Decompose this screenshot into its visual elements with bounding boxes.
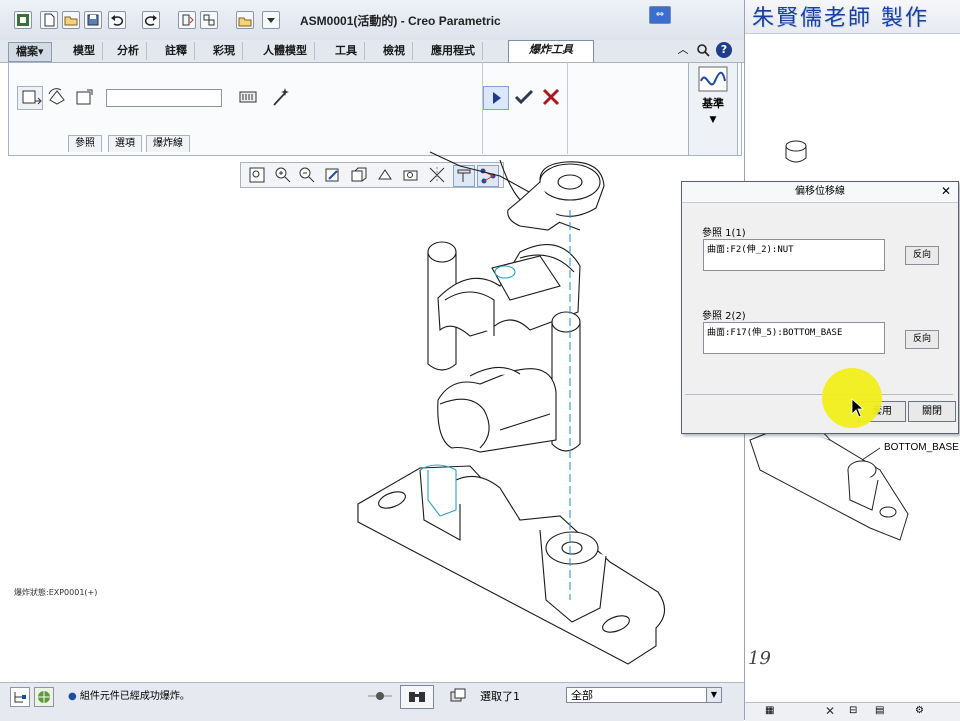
- status-message: ● 組件元件已經成功爆炸。: [68, 687, 368, 703]
- open-folder-icon[interactable]: [62, 11, 80, 29]
- info-bullet-icon: ●: [68, 691, 77, 702]
- windows-icon[interactable]: [200, 11, 218, 29]
- regenerate-icon[interactable]: [178, 11, 196, 29]
- help-icon[interactable]: ?: [716, 42, 732, 58]
- tab-render[interactable]: 彩現: [206, 42, 243, 60]
- page-number: 19: [748, 648, 771, 669]
- selection-filter-value: 全部: [571, 689, 593, 702]
- explode-line-wand-icon[interactable]: [270, 86, 292, 108]
- model-viewport[interactable]: [0, 150, 744, 682]
- tab-explode-tool[interactable]: 爆炸工具: [508, 40, 594, 62]
- ribbon-separator: [482, 62, 483, 154]
- reference-2-label: 參照 2(2): [702, 311, 746, 322]
- settings-icon[interactable]: ⚙: [915, 705, 924, 716]
- dialog-title: 偏移位移線: [682, 182, 958, 203]
- selection-buffer-icon[interactable]: [448, 687, 468, 705]
- dimension-icon[interactable]: ⊟: [849, 705, 857, 716]
- close-icon[interactable]: ✕: [825, 704, 835, 718]
- flip-reference-2-button[interactable]: 反向: [905, 330, 939, 349]
- reference-1-field[interactable]: 曲面:F2(伸_2):NUT: [703, 239, 885, 271]
- background-toolbar: ▦ ✕ ⊟ ▤ ⚙: [745, 702, 960, 721]
- close-button[interactable]: 關閉: [908, 401, 956, 422]
- search-icon[interactable]: [696, 43, 710, 57]
- rotate-move-icon[interactable]: [46, 86, 68, 108]
- browser-icon[interactable]: [34, 687, 54, 707]
- translate-move-icon[interactable]: [17, 86, 43, 110]
- selection-filter-select[interactable]: 全部 ▼: [566, 687, 722, 703]
- bottom-base-part: [357, 464, 666, 665]
- close-icon[interactable]: ✕: [940, 185, 952, 197]
- ribbon-tab-row: 檔案▾ 模型 分析 註釋 彩現 人體模型 工具 檢視 應用程式 爆炸工具 ︿ ?: [0, 40, 744, 63]
- tab-tools[interactable]: 工具: [328, 42, 365, 60]
- bottom-base-label: BOTTOM_BASE: [884, 442, 959, 453]
- view-plane-move-icon[interactable]: [74, 86, 96, 108]
- ribbon-separator: [567, 62, 568, 154]
- customize-quick-access-icon[interactable]: [262, 11, 280, 29]
- redo-icon[interactable]: [142, 11, 160, 29]
- explode-offset-line: [429, 151, 541, 199]
- mouse-cursor-icon: [851, 398, 865, 418]
- datum-label: 基準: [702, 97, 724, 110]
- tab-model[interactable]: 模型: [66, 42, 103, 60]
- restore-down-icon[interactable]: ⇔: [649, 6, 671, 24]
- find-binoculars-icon[interactable]: [400, 685, 434, 709]
- save-icon[interactable]: [84, 11, 102, 29]
- reference-2-field[interactable]: 曲面:F17(伸_5):BOTTOM_BASE: [703, 322, 885, 354]
- tab-annotate[interactable]: 註釋: [158, 42, 195, 60]
- grid-icon[interactable]: ▦: [765, 705, 774, 716]
- nut-part: [507, 161, 605, 231]
- cancel-x-icon[interactable]: [540, 86, 562, 108]
- tab-manikin[interactable]: 人體模型: [256, 42, 315, 60]
- ok-check-icon[interactable]: [512, 86, 536, 108]
- window-title: ASM0001(活動的) - Creo Parametric: [300, 14, 501, 28]
- dialog-separator: [685, 394, 953, 395]
- datum-dropdown-icon: ▼: [709, 115, 717, 125]
- status-message-text: 組件元件已經成功爆炸。: [79, 691, 190, 702]
- tab-file[interactable]: 檔案▾: [8, 42, 52, 62]
- smart-selection-slider[interactable]: [366, 690, 394, 702]
- author-banner: 朱賢儒老師 製作: [752, 6, 929, 31]
- tab-view[interactable]: 檢視: [376, 42, 413, 60]
- explode-state-label: 爆炸狀態:EXP0001(+): [14, 588, 98, 597]
- snapshot-icon[interactable]: [238, 88, 258, 106]
- tab-applications[interactable]: 應用程式: [424, 42, 483, 60]
- title-bar: ASM0001(活動的) - Creo Parametric ⇔: [0, 0, 744, 41]
- close-window-icon[interactable]: [236, 11, 254, 29]
- tab-analysis[interactable]: 分析: [110, 42, 147, 60]
- status-bar: ● 組件元件已經成功爆炸。 選取了1 全部 ▼: [0, 682, 744, 721]
- lower-clamp-part: [437, 366, 557, 453]
- selection-count: 選取了1: [480, 690, 520, 703]
- new-file-icon[interactable]: [40, 11, 58, 29]
- undo-icon[interactable]: [108, 11, 126, 29]
- move-reference-input[interactable]: [106, 89, 222, 107]
- offset-line-dialog: 偏移位移線 ✕ 參照 1(1) 曲面:F2(伸_2):NUT 反向 參照 2(2…: [681, 181, 959, 434]
- minimize-ribbon-icon[interactable]: ︿: [676, 43, 690, 57]
- flip-reference-1-button[interactable]: 反向: [905, 246, 939, 265]
- table-icon[interactable]: ▤: [875, 705, 884, 716]
- reference-1-label: 參照 1(1): [702, 228, 746, 239]
- pause-resume-button[interactable]: [483, 86, 509, 110]
- chevron-down-icon: ▼: [706, 688, 721, 702]
- app-logo-icon: [14, 11, 32, 29]
- model-tree-icon[interactable]: [10, 687, 30, 707]
- datum-group[interactable]: 基準 ▼: [688, 62, 738, 156]
